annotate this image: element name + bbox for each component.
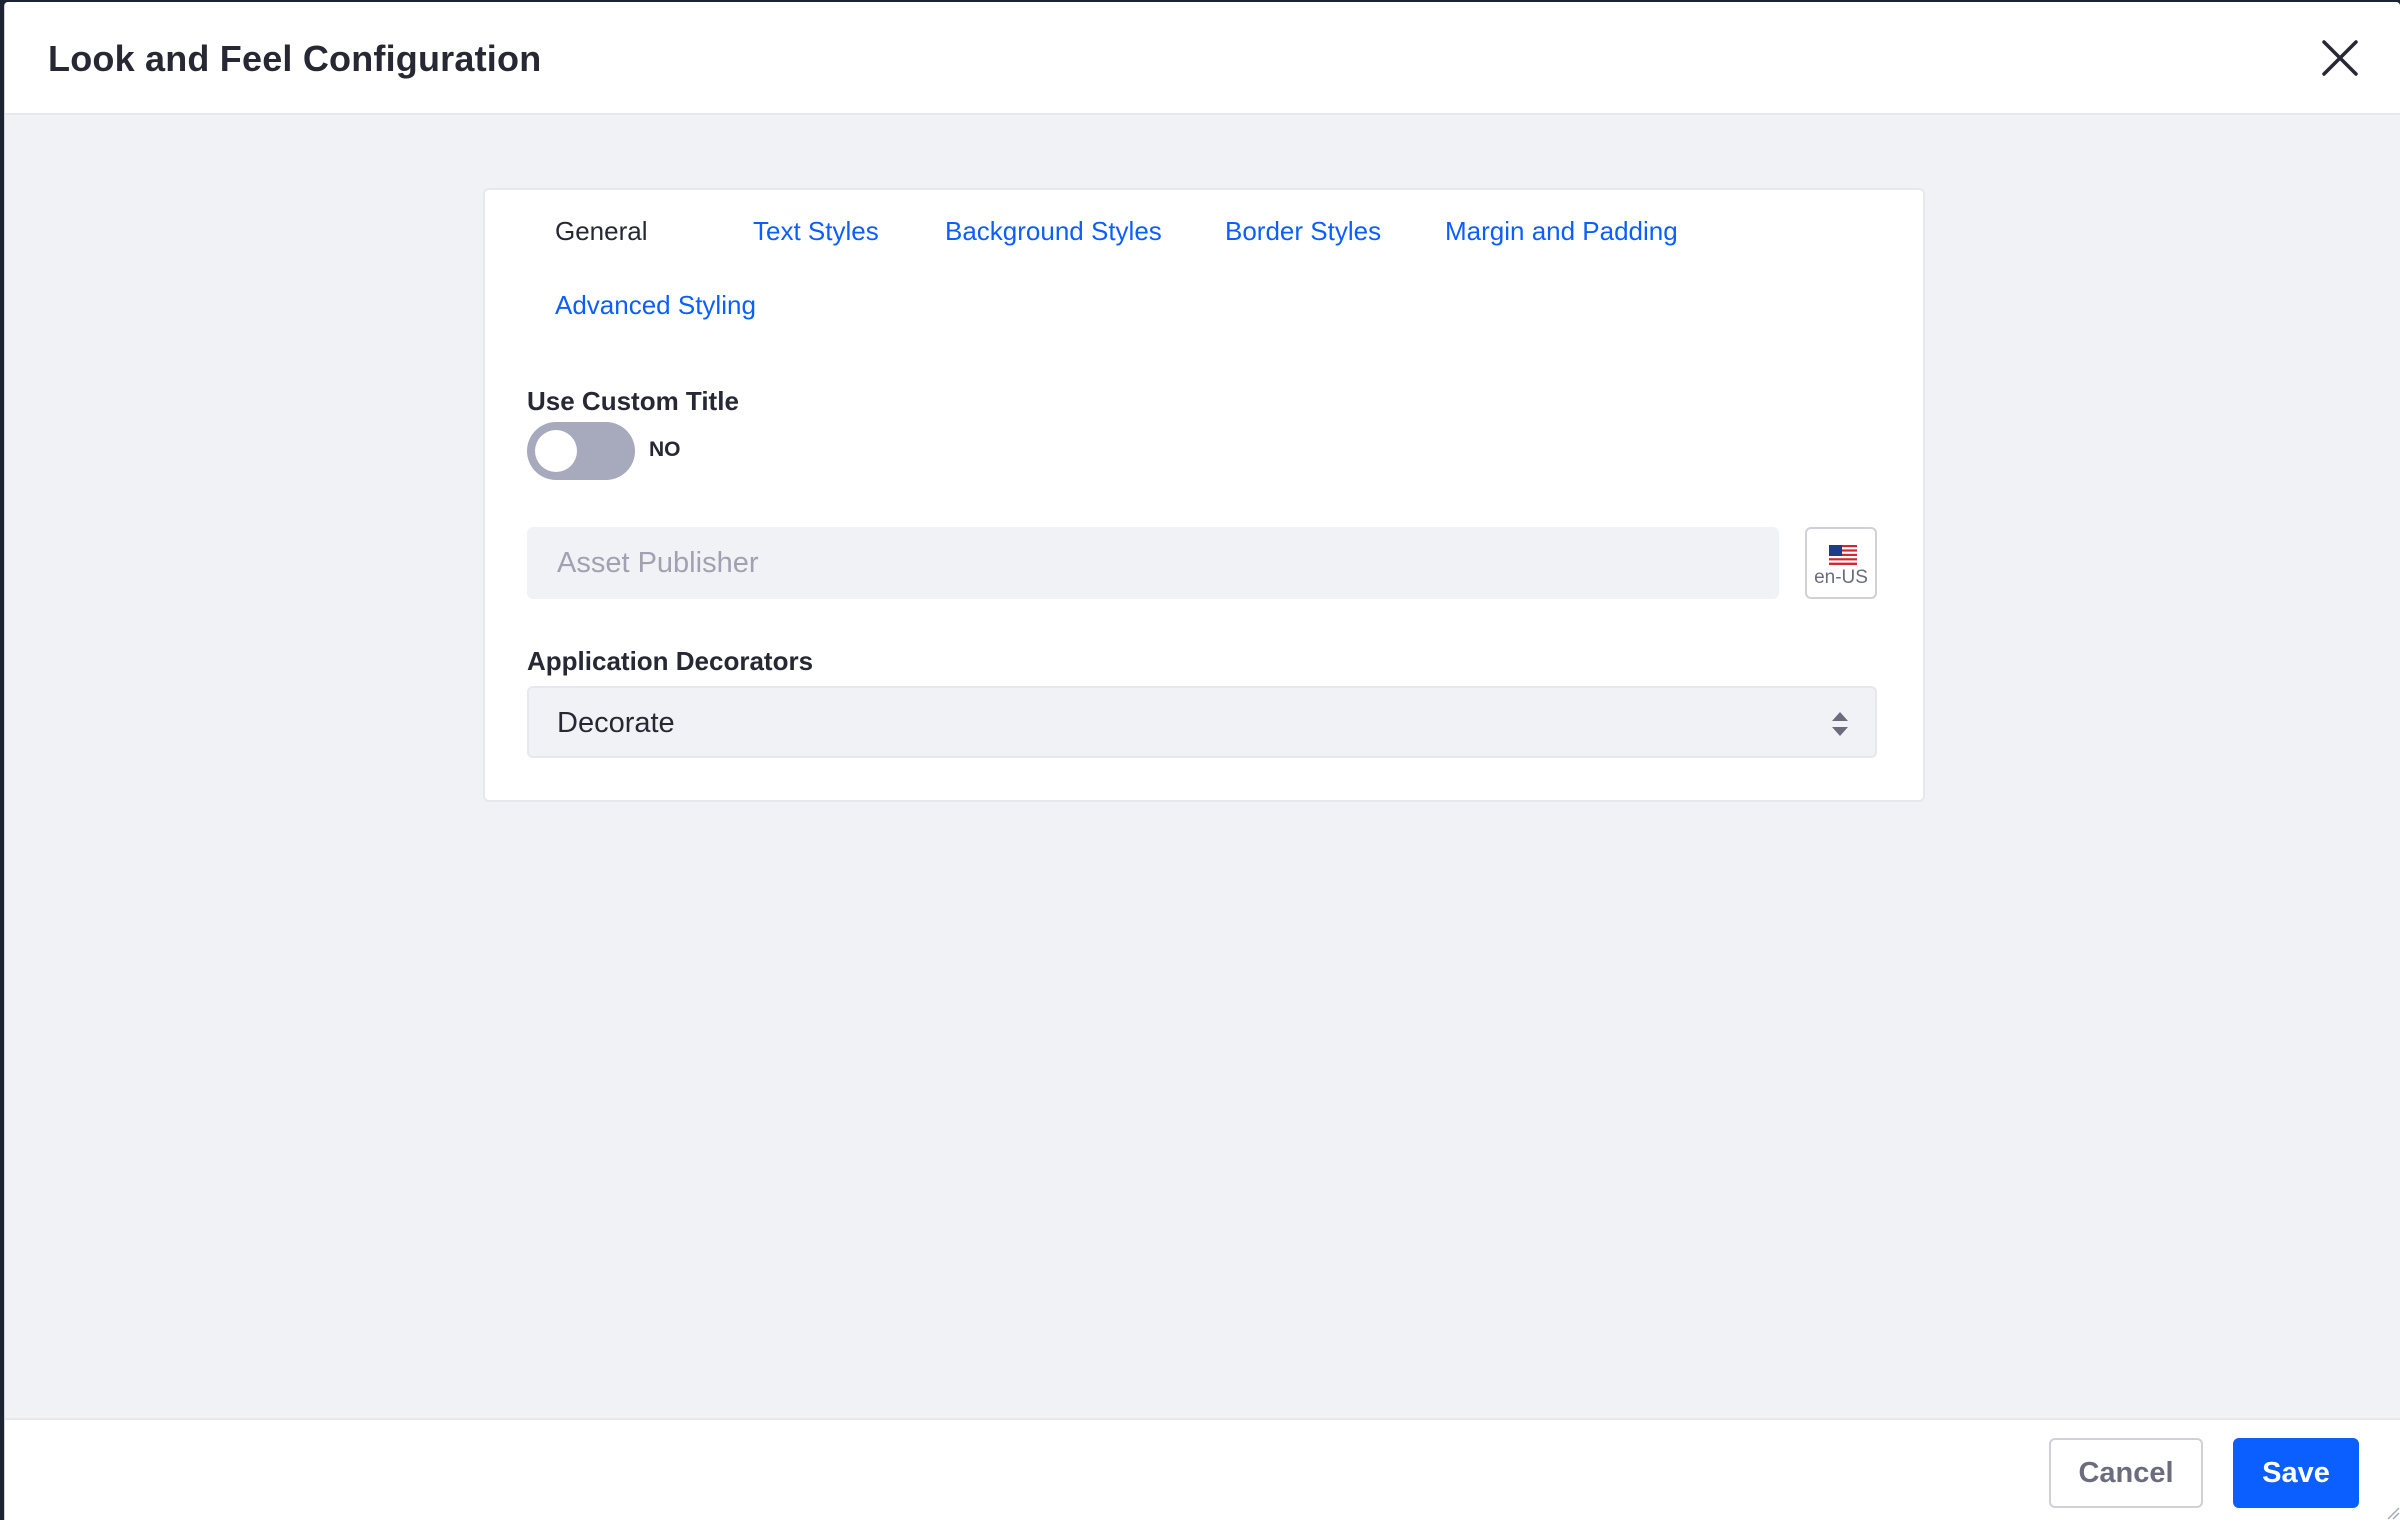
language-selector-button[interactable]: en-US <box>1805 527 1877 599</box>
application-decorators-select[interactable]: Decorate <box>527 686 1877 758</box>
us-flag-icon <box>1829 545 1857 565</box>
tab-general[interactable]: General <box>555 216 648 247</box>
resize-grip-icon[interactable] <box>2384 1504 2400 1520</box>
modal-body: General Text Styles Background Styles Bo… <box>5 115 2400 1418</box>
tab-advanced-styling[interactable]: Advanced Styling <box>555 290 756 321</box>
close-button[interactable] <box>2318 36 2362 80</box>
custom-title-input[interactable] <box>527 527 1779 599</box>
modal-header: Look and Feel Configuration <box>5 2 2400 115</box>
use-custom-title-label: Use Custom Title <box>527 386 739 416</box>
select-value: Decorate <box>557 707 675 739</box>
application-decorators-label: Application Decorators <box>527 646 814 676</box>
cancel-button[interactable]: Cancel <box>2049 1438 2203 1508</box>
close-icon <box>2322 40 2358 76</box>
modal-title: Look and Feel Configuration <box>48 38 542 79</box>
select-caret-icon <box>1832 712 1848 736</box>
modal-dialog: Look and Feel Configuration General Text… <box>4 2 2400 1520</box>
tab-border-styles[interactable]: Border Styles <box>1225 216 1381 247</box>
toggle-state-text: NO <box>649 438 681 461</box>
tab-text-styles[interactable]: Text Styles <box>753 216 879 247</box>
save-button[interactable]: Save <box>2233 1438 2359 1508</box>
tab-margin-and-padding[interactable]: Margin and Padding <box>1445 216 1678 247</box>
tab-background-styles[interactable]: Background Styles <box>945 216 1162 247</box>
language-code: en-US <box>1814 567 1868 588</box>
modal-footer: Cancel Save <box>5 1418 2400 1520</box>
configuration-sheet: General Text Styles Background Styles Bo… <box>483 188 1925 802</box>
use-custom-title-toggle[interactable] <box>527 422 635 480</box>
toggle-knob <box>535 430 577 472</box>
